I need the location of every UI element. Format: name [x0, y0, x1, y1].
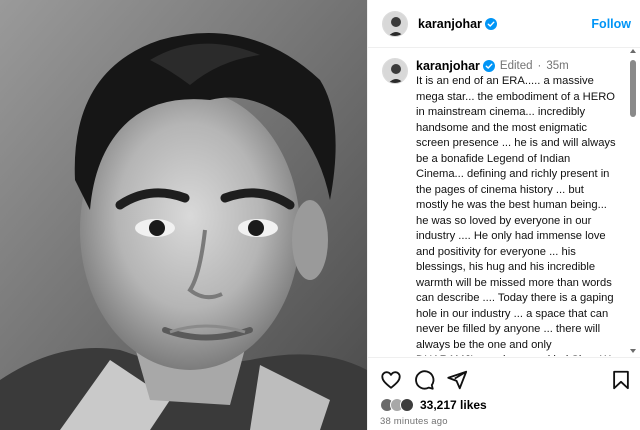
post-actions-area: 33,217 likes 38 minutes ago	[368, 357, 640, 430]
action-bar	[380, 368, 632, 392]
caption-time[interactable]: 35m	[546, 60, 568, 72]
comment-icon[interactable]	[413, 369, 435, 391]
scroll-thumb[interactable]	[630, 60, 636, 117]
caption-author-avatar[interactable]	[382, 58, 408, 84]
caption-text: It is an end of an ERA..... a massive me…	[416, 75, 617, 356]
caption-head: karanjohar Edited · 35m	[416, 58, 627, 74]
liker-avatar	[400, 398, 414, 412]
verified-badge-icon	[484, 17, 497, 30]
bookmark-icon[interactable]	[610, 369, 632, 391]
post-details-panel: karanjohar Follow karanjohar Edited · 35…	[367, 0, 640, 430]
caption-username[interactable]: karanjohar	[416, 59, 480, 73]
instagram-post: karanjohar Follow karanjohar Edited · 35…	[0, 0, 640, 430]
likes-row: 33,217 likes	[380, 396, 487, 414]
scroll-down-arrow-icon[interactable]	[630, 348, 636, 354]
liked-by-avatars[interactable]	[380, 398, 414, 412]
post-photo[interactable]	[0, 0, 367, 430]
author-username[interactable]: karanjohar	[418, 17, 482, 31]
post-header: karanjohar Follow	[368, 0, 640, 48]
likes-count[interactable]: 33,217 likes	[420, 398, 487, 412]
caption-scrollbar[interactable]	[630, 48, 636, 354]
caption-comment: karanjohar Edited · 35m It is an end of …	[382, 58, 627, 356]
author-avatar[interactable]	[382, 10, 408, 37]
caption-scroll-area[interactable]: karanjohar Edited · 35m It is an end of …	[368, 48, 640, 356]
share-icon[interactable]	[446, 369, 468, 391]
post-timestamp[interactable]: 38 minutes ago	[380, 416, 448, 427]
profile-avatar-icon	[383, 59, 407, 83]
meta-separator: ·	[537, 60, 542, 72]
heart-icon[interactable]	[380, 369, 402, 391]
profile-avatar-icon	[383, 11, 407, 36]
verified-badge-icon	[482, 60, 495, 72]
follow-button[interactable]: Follow	[591, 17, 631, 31]
scroll-up-arrow-icon[interactable]	[630, 48, 636, 54]
edited-label: Edited	[499, 60, 533, 72]
portrait-image	[0, 0, 367, 430]
caption-body: karanjohar Edited · 35m It is an end of …	[416, 58, 627, 356]
